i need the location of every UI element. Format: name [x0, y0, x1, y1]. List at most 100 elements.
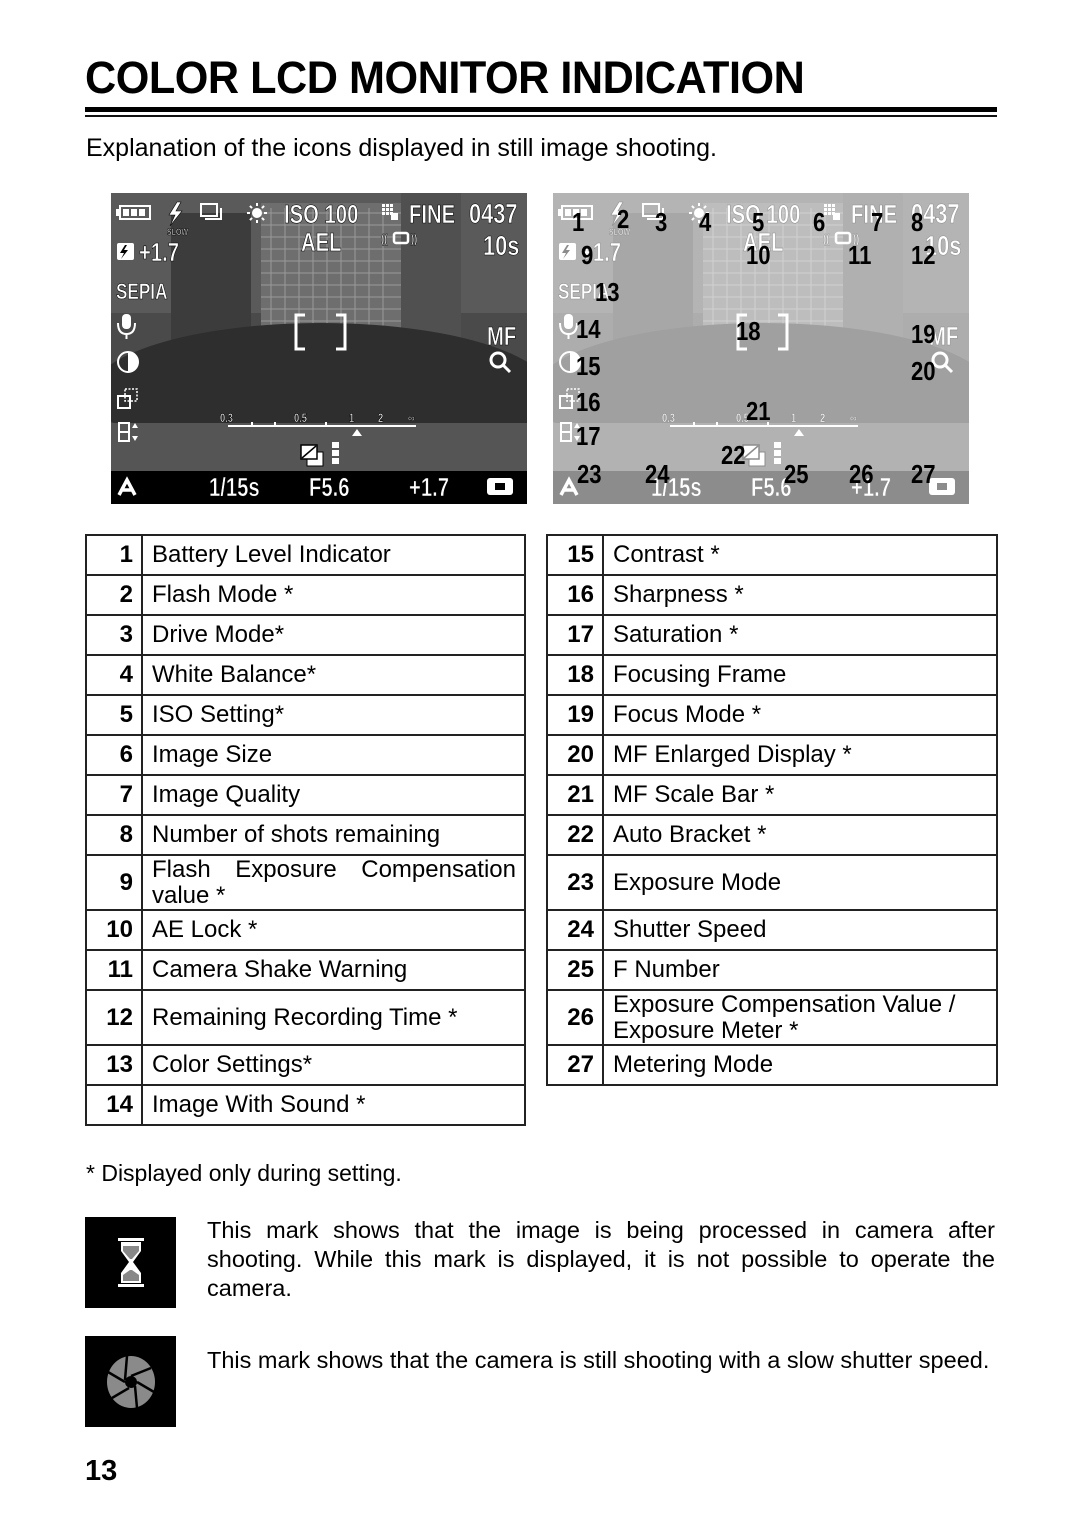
legend-number: 8 — [85, 814, 143, 856]
legend-description: Flash Mode * — [141, 574, 526, 616]
legend-description: Contrast * — [602, 534, 998, 576]
legend-description: Color Settings* — [141, 1044, 526, 1086]
color-setting-value: SEPIA — [116, 280, 167, 305]
legend-row: 22 Auto Bracket * — [546, 814, 998, 856]
image-size-icon — [386, 212, 389, 215]
legend-number: 16 — [546, 574, 604, 616]
legend-number: 25 — [546, 949, 604, 991]
exposure-meter-block — [332, 450, 339, 456]
image-size-icon — [390, 204, 393, 207]
image-size-icon — [832, 204, 835, 207]
legend-number: 11 — [85, 949, 143, 991]
legend-description: Image Size — [141, 734, 526, 776]
shutter-aperture-icon — [85, 1336, 176, 1427]
legend-description: Sharpness * — [602, 574, 998, 616]
image-size-icon — [382, 212, 385, 215]
legend-number: 24 — [546, 909, 604, 951]
battery-tip — [558, 209, 562, 216]
legend-number: 27 — [546, 1044, 604, 1086]
callout-number: 5 — [752, 207, 765, 237]
mf-scale-label: ∞ — [408, 412, 415, 425]
legend-number: 21 — [546, 774, 604, 816]
callout-number: 3 — [655, 207, 668, 237]
legend-description: Focus Mode * — [602, 694, 998, 736]
legend-description: MF Enlarged Display * — [602, 734, 998, 776]
legend-number: 5 — [85, 694, 143, 736]
legend-number: 19 — [546, 694, 604, 736]
shake-right-waves: )) — [411, 233, 418, 246]
metering-icon-center — [495, 483, 505, 490]
legend-row: 2 Flash Mode * — [85, 574, 526, 616]
legend-row: 25 F Number — [546, 949, 998, 991]
rec-time-value: 10s — [483, 230, 519, 261]
legend-number: 2 — [85, 574, 143, 616]
legend-description: Number of shots remaining — [141, 814, 526, 856]
callout-number: 9 — [581, 240, 594, 270]
legend-number: 7 — [85, 774, 143, 816]
legend-row: 16 Sharpness * — [546, 574, 998, 616]
callout-number: 21 — [746, 396, 771, 426]
callout-number: 4 — [699, 207, 712, 237]
exposure-meter-block — [332, 442, 339, 448]
legend-table-left: 1 Battery Level Indicator 2 Flash Mode * 3 Dr… — [85, 534, 526, 1126]
iso-value: ISO 100 — [284, 200, 358, 229]
f-number-value: F5.6 — [309, 473, 350, 502]
callout-number: 1 — [572, 207, 585, 237]
shutter-description: This mark shows that the camera is still… — [207, 1347, 990, 1373]
legend-description: AE Lock * — [141, 909, 526, 951]
callout-number: 7 — [871, 207, 884, 237]
legend-description: Battery Level Indicator — [141, 534, 526, 576]
mf-scale-tick — [693, 422, 695, 426]
shutter-speed-value: 1/15s — [209, 473, 260, 502]
exposure-meter-block — [774, 450, 781, 456]
metering-icon-center — [937, 483, 947, 490]
legend-row: 23 Exposure Mode — [546, 854, 998, 911]
legend-description: Exposure Mode — [602, 854, 998, 911]
legend-number: 15 — [546, 534, 604, 576]
flash-slow-label: SLOW — [167, 227, 188, 237]
callout-number: 14 — [576, 314, 601, 344]
legend-description: Camera Shake Warning — [141, 949, 526, 991]
page-subtitle: Explanation of the icons displayed in st… — [86, 134, 717, 162]
page-title: COLOR LCD MONITOR INDICATION — [85, 52, 805, 103]
legend-description: Metering Mode — [602, 1044, 998, 1086]
legend-number: 12 — [85, 989, 143, 1046]
mf-scale-label: 1 — [791, 412, 796, 425]
callout-number: 11 — [848, 240, 872, 270]
exposure-comp-value: +1.7 — [409, 473, 449, 502]
legend-row: 4 White Balance* — [85, 654, 526, 696]
legend-description: Auto Bracket * — [602, 814, 998, 856]
legend-number: 10 — [85, 909, 143, 951]
callout-number: 24 — [645, 459, 670, 489]
legend-row: 3 Drive Mode* — [85, 614, 526, 656]
callout-number: 26 — [849, 459, 874, 489]
legend-row: 1 Battery Level Indicator — [85, 534, 526, 576]
legend-row: 19 Focus Mode * — [546, 694, 998, 736]
legend-number: 17 — [546, 614, 604, 656]
hourglass-icon — [85, 1217, 176, 1308]
legend-description: Shutter Speed — [602, 909, 998, 951]
legend-row: 8 Number of shots remaining — [85, 814, 526, 856]
callout-number: 10 — [746, 240, 771, 270]
mf-scale-label: ∞ — [850, 412, 857, 425]
callout-number: 19 — [911, 319, 936, 349]
flash-comp-value: +1.7 — [139, 238, 179, 267]
mf-scale-tick — [251, 422, 253, 426]
legend-number: 1 — [85, 534, 143, 576]
image-size-icon-block — [391, 213, 398, 220]
footnote: * Displayed only during setting. — [86, 1160, 402, 1186]
legend-row: 26 Exposure Compensation Value / Exposure… — [546, 989, 998, 1046]
callout-number: 6 — [813, 207, 826, 237]
image-size-icon — [386, 204, 389, 207]
legend-description: Saturation * — [602, 614, 998, 656]
legend-row: 20 MF Enlarged Display * — [546, 734, 998, 776]
callout-number: 20 — [911, 356, 936, 386]
legend-row: 9 Flash Exposure Compensation value * — [85, 854, 526, 911]
callout-number: 22 — [721, 440, 746, 470]
legend-row: 27 Metering Mode — [546, 1044, 998, 1086]
image-size-icon — [828, 208, 831, 211]
legend-number: 6 — [85, 734, 143, 776]
legend-row: 14 Image With Sound * — [85, 1084, 526, 1126]
callout-number: 18 — [736, 316, 761, 346]
legend-row: 12 Remaining Recording Time * — [85, 989, 526, 1046]
